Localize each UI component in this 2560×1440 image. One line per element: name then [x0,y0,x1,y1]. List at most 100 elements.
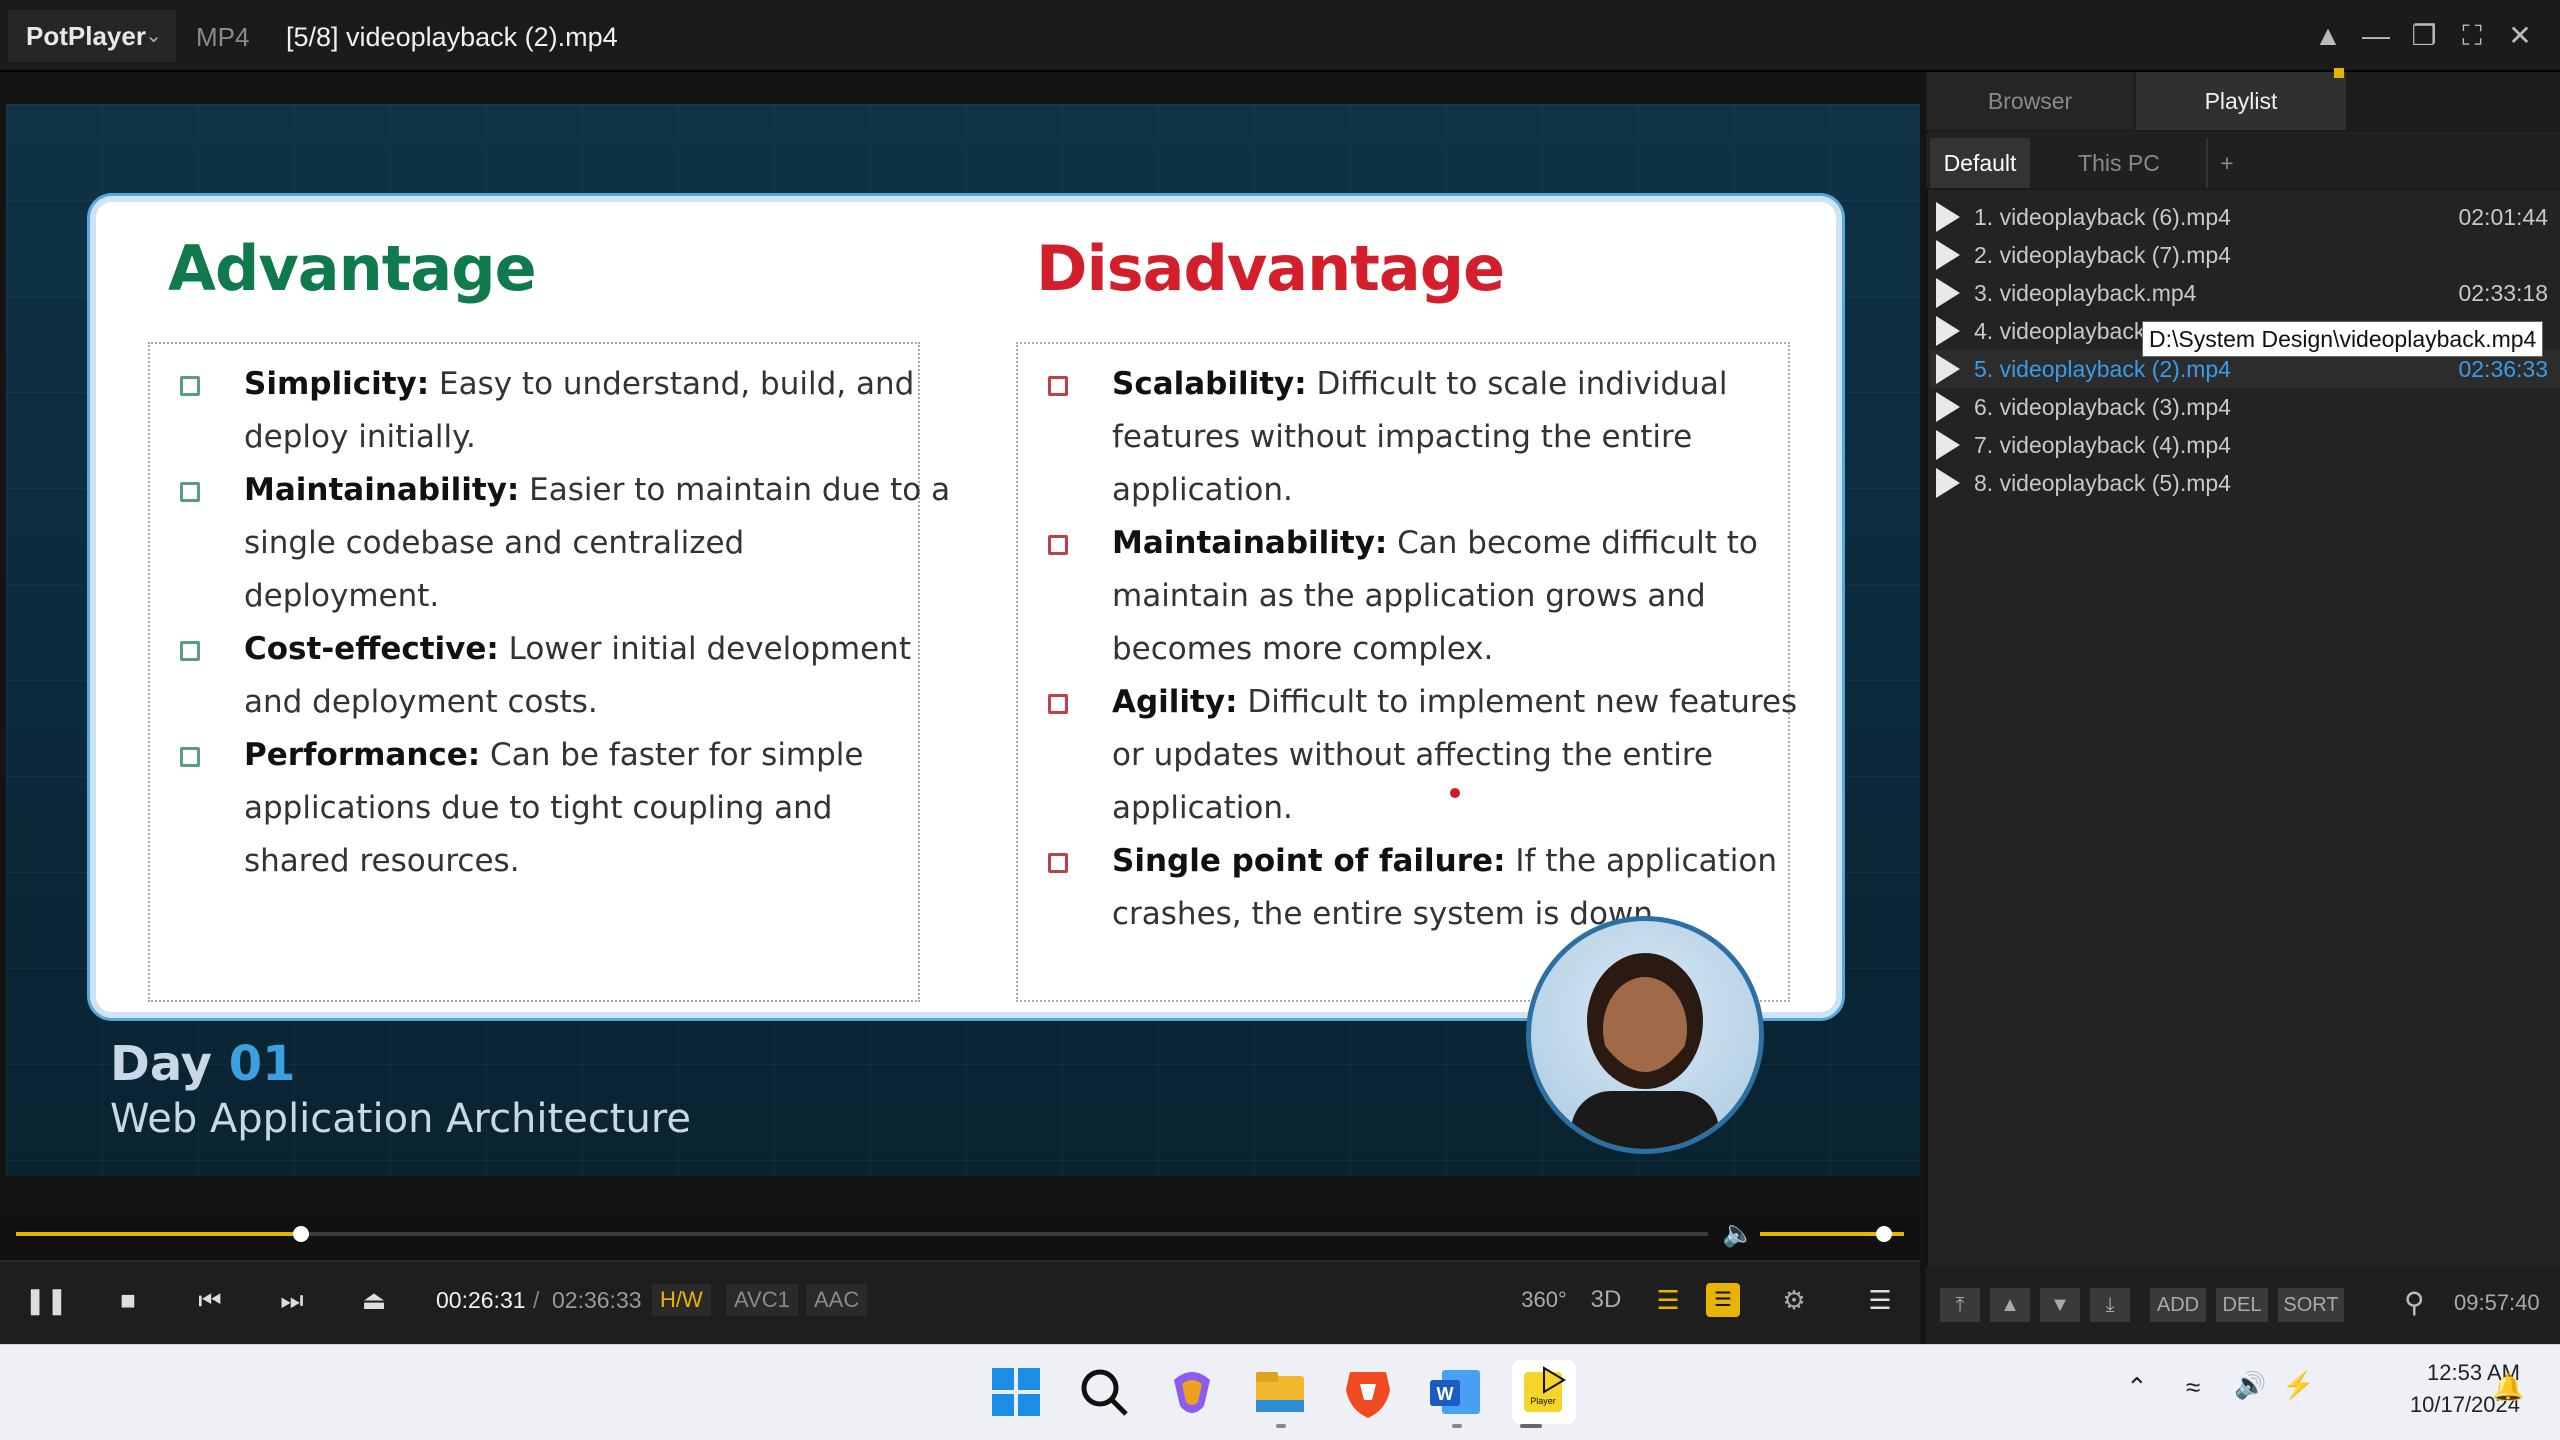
playlist-item-duration: 02:01:44 [2458,204,2548,230]
battery-icon[interactable]: ⚡ [2282,1370,2314,1401]
volume-icon[interactable]: 🔈 [1722,1218,1754,1249]
presenter-avatar [1526,916,1764,1154]
delete-button[interactable]: DEL [2216,1288,2268,1322]
app-menu-button[interactable]: PotPlayer ⌄ [8,10,176,62]
playlist-item[interactable]: 1. videoplayback (6).mp4 02:01:44 [1930,198,2560,236]
notification-bell-icon[interactable]: 🔔 [2492,1372,2524,1403]
list-item-text: Easy to understand, build, and [429,366,915,402]
checkbox-bullet-icon [180,482,200,502]
volume-handle[interactable] [1876,1226,1892,1242]
playlist-item[interactable]: 3. videoplayback.mp4 02:33:18 [1930,274,2560,312]
video-codec-badge[interactable]: AVC1 [726,1284,798,1316]
list-item: Agility: Difficult to implement new feat… [1112,676,1797,835]
list-item: Maintainability: Can become difficult to… [1112,517,1758,676]
mp4-file-icon [1936,240,1960,270]
pause-icon[interactable]: ❚❚ [22,1276,70,1324]
fullscreen-icon[interactable]: ⛶ [2454,18,2490,54]
playlist-item-label: 3. videoplayback.mp4 [1974,280,2197,306]
list-item-text: Easier to maintain due to a [519,472,951,508]
running-indicator [1276,1424,1286,1428]
playlist-item-label: 6. videoplayback (3).mp4 [1974,394,2231,420]
list-item-text: application. [1112,790,1293,826]
window-title: [5/8] videoplayback (2).mp4 [286,22,618,52]
copilot-icon[interactable] [1160,1360,1224,1424]
add-playlist-button[interactable]: + [2206,138,2246,188]
list-item-text: Difficult to implement new features [1237,684,1798,720]
time-current: 00:26:31 [436,1287,526,1313]
playlist-item[interactable]: 2. videoplayback (7).mp4 [1930,236,2560,274]
list-item-text: Can become difficult to [1387,525,1758,561]
pointer-dot [1450,788,1460,798]
close-icon[interactable]: ✕ [2502,18,2538,54]
list-item-text: or updates without affecting the entire [1112,737,1713,773]
audio-codec-badge[interactable]: AAC [806,1284,868,1316]
playlist-search-icon[interactable]: ☰ [1644,1276,1692,1324]
hw-decode-badge[interactable]: H/W [652,1284,711,1316]
day-number: 01 [228,1036,296,1092]
subtitle-icon[interactable]: ☰ [1706,1283,1740,1317]
list-item-text: maintain as the application grows and [1112,578,1706,614]
search-icon[interactable]: ⚲ [2404,1286,2425,1319]
brave-browser-icon[interactable] [1336,1360,1400,1424]
tab-playlist[interactable]: Playlist [2136,72,2346,130]
list-item-text: and deployment costs. [244,684,598,720]
pin-icon[interactable]: ▲ [2310,18,2346,54]
restore-icon[interactable]: ❐ [2406,18,2442,54]
playlist-item-label: 7. videoplayback (4).mp4 [1974,432,2231,458]
svg-text:W: W [1437,1384,1454,1404]
settings-icon[interactable]: ⚙ [1770,1276,1818,1324]
list-item-term: Single point of failure: [1112,843,1506,879]
checkbox-bullet-icon [180,641,200,661]
slide-card: Advantage Disadvantage Simplicity: Easy … [90,196,1842,1018]
list-item-term: Performance: [244,737,481,773]
wifi-icon[interactable]: ≈ [2186,1372,2200,1403]
playlist-item-label: 2. videoplayback (7).mp4 [1974,242,2231,268]
move-top-icon[interactable]: ⤒ [1940,1288,1980,1322]
list-item-term: Maintainability: [1112,525,1388,561]
search-icon[interactable] [1072,1360,1136,1424]
player-icon-text: Player [1530,1396,1556,1406]
playlist-item[interactable]: 8. videoplayback (5).mp4 [1930,464,2560,502]
advantage-heading: Advantage [168,232,537,305]
file-explorer-icon[interactable] [1248,1360,1312,1424]
potplayer-taskbar-icon[interactable]: Player [1512,1360,1576,1424]
windows-start-icon[interactable] [984,1360,1048,1424]
playlist-item-label: 8. videoplayback (5).mp4 [1974,470,2231,496]
add-button[interactable]: ADD [2150,1288,2206,1322]
list-item: Cost-effective: Lower initial developmen… [244,623,911,729]
chevron-up-icon[interactable]: ⌃ [2126,1372,2148,1403]
move-up-icon[interactable]: ▲ [1990,1288,2030,1322]
speaker-icon[interactable]: 🔊 [2234,1370,2266,1401]
eject-icon[interactable]: ⏏ [350,1276,398,1324]
time-separator: / [533,1287,540,1313]
word-icon[interactable]: W [1424,1360,1488,1424]
move-down-icon[interactable]: ▼ [2040,1288,2080,1322]
list-item-term: Agility: [1112,684,1238,720]
menu-icon[interactable]: ☰ [1856,1276,1904,1324]
list-item-text: If the application [1505,843,1777,879]
sort-button[interactable]: SORT [2278,1288,2344,1322]
video-frame[interactable]: Advantage Disadvantage Simplicity: Easy … [6,104,1920,1176]
3d-icon[interactable]: 3D [1582,1276,1630,1324]
seek-progress [16,1232,301,1236]
app-name: PotPlayer [26,21,146,51]
next-icon[interactable]: ⏭ [268,1276,316,1324]
list-item-text: features without impacting the entire [1112,419,1693,455]
chevron-down-icon: ⌄ [145,25,162,47]
mp4-file-icon [1936,354,1960,384]
tab-browser[interactable]: Browser [1926,72,2134,130]
vr360-icon[interactable]: 360° [1520,1276,1568,1324]
seek-handle[interactable] [293,1226,309,1242]
stop-icon[interactable]: ■ [104,1276,152,1324]
move-bottom-icon[interactable]: ⤓ [2090,1288,2130,1322]
subtab-default[interactable]: Default [1930,138,2030,188]
list-item-text: crashes, the entire system is down. [1112,896,1663,932]
list-item-term: Cost-effective: [244,631,499,667]
list-item-text: becomes more complex. [1112,631,1494,667]
subtab-this-pc[interactable]: This PC [2034,138,2204,188]
previous-icon[interactable]: ⏮ [186,1276,234,1324]
day-label: Day 01 [110,1036,296,1092]
playlist-item[interactable]: 6. videoplayback (3).mp4 [1930,388,2560,426]
playlist-item[interactable]: 7. videoplayback (4).mp4 [1930,426,2560,464]
minimize-icon[interactable]: — [2358,18,2394,54]
